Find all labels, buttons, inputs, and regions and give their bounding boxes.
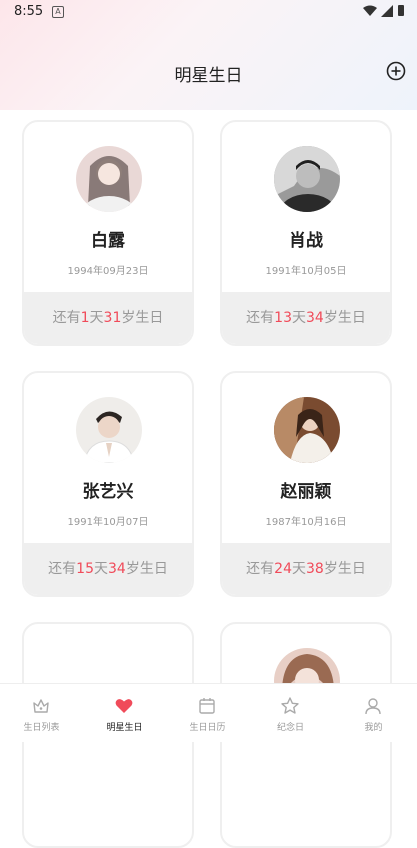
- countdown-days: 15: [76, 561, 94, 577]
- countdown: 还有13天34岁生日: [222, 292, 390, 344]
- avatar: [274, 146, 340, 212]
- countdown-days: 24: [274, 561, 292, 577]
- countdown-age: 38: [306, 561, 324, 577]
- tab-anniversary[interactable]: 纪念日: [249, 684, 332, 742]
- star-name: 白露: [91, 231, 125, 251]
- status-bar: 8:55 A: [0, 0, 417, 24]
- wifi-icon: [363, 5, 377, 16]
- tab-mine[interactable]: 我的: [332, 684, 415, 742]
- tab-label: 生日日历: [189, 723, 226, 733]
- birth-date: 1994年09月23日: [67, 266, 149, 277]
- person-icon: [365, 698, 381, 715]
- tab-birthday-calendar[interactable]: 生日日历: [166, 684, 249, 742]
- add-circle-icon[interactable]: [386, 61, 406, 81]
- star-name: 张艺兴: [82, 482, 134, 502]
- countdown: 还有24天38岁生日: [222, 543, 390, 595]
- app-header: 明星生日: [0, 55, 417, 87]
- crown-icon: [33, 699, 49, 713]
- countdown-day-unit: 天: [89, 310, 104, 326]
- notification-icon: A: [52, 6, 64, 18]
- countdown-age: 34: [306, 310, 324, 326]
- countdown-day-unit: 天: [94, 561, 108, 577]
- countdown-age: 34: [108, 561, 126, 577]
- countdown-days: 1: [80, 310, 90, 326]
- status-time: 8:55: [14, 4, 44, 19]
- star-name: 赵丽颖: [280, 482, 332, 502]
- countdown-prefix: 还有: [52, 310, 81, 326]
- star-card[interactable]: 张艺兴 1991年10月07日 还有15天34岁生日: [22, 371, 194, 597]
- tab-star-birthday[interactable]: 明星生日: [83, 684, 166, 742]
- countdown-days: 13: [274, 310, 292, 326]
- avatar: [76, 146, 142, 212]
- tab-label: 我的: [364, 723, 383, 733]
- star-card[interactable]: 肖战 1991年10月05日 还有13天34岁生日: [220, 120, 392, 346]
- star-card[interactable]: 白露 1994年09月23日 还有1天31岁生日: [22, 120, 194, 346]
- birth-date: 1991年10月07日: [67, 517, 149, 528]
- heart-icon: [115, 699, 133, 713]
- birth-date: 1991年10月05日: [265, 266, 347, 277]
- status-right: [363, 4, 405, 17]
- birth-date: 1987年10月16日: [265, 517, 347, 528]
- countdown-suffix: 岁生日: [323, 561, 366, 577]
- avatar: [76, 397, 142, 463]
- countdown-prefix: 还有: [48, 561, 77, 577]
- page-title: 明星生日: [174, 66, 243, 86]
- tab-label: 明星生日: [106, 723, 143, 733]
- countdown-prefix: 还有: [246, 310, 275, 326]
- countdown-prefix: 还有: [246, 561, 275, 577]
- signal-icon: [381, 4, 393, 17]
- tab-label: 纪念日: [276, 723, 304, 733]
- calendar-icon: [199, 698, 215, 714]
- countdown-suffix: 岁生日: [125, 561, 168, 577]
- star-card[interactable]: 赵丽颖 1987年10月16日 还有24天38岁生日: [220, 371, 392, 597]
- countdown-day-unit: 天: [292, 310, 306, 326]
- countdown: 还有1天31岁生日: [24, 292, 192, 344]
- countdown: 还有15天34岁生日: [24, 543, 192, 595]
- countdown-age: 31: [103, 310, 122, 326]
- countdown-suffix: 岁生日: [121, 310, 164, 326]
- star-icon: [281, 697, 299, 714]
- battery-icon: [398, 5, 404, 16]
- countdown-day-unit: 天: [292, 561, 306, 577]
- bottom-tab-bar: 生日列表 明星生日 生日日历 纪念日 我的: [0, 683, 417, 742]
- tab-label: 生日列表: [23, 723, 60, 733]
- tab-birthday-list[interactable]: 生日列表: [0, 684, 83, 742]
- avatar: [274, 397, 340, 463]
- star-name: 肖战: [289, 231, 323, 251]
- countdown-suffix: 岁生日: [323, 310, 366, 326]
